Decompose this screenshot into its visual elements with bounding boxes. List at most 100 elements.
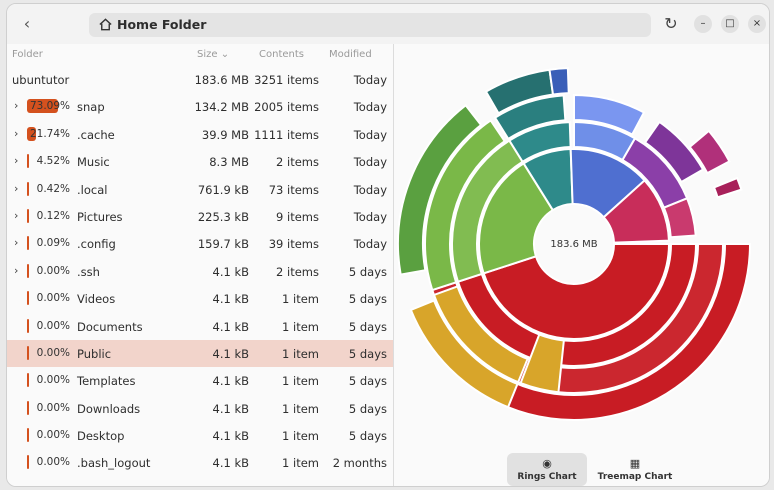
- folder-size: 4.1 kB: [212, 429, 250, 444]
- usage-bar-fill: [27, 263, 29, 278]
- folder-modified: 5 days: [348, 346, 387, 361]
- column-contents[interactable]: Contents: [259, 49, 304, 60]
- expand-chevron-icon[interactable]: ›: [14, 182, 18, 195]
- column-size[interactable]: Size ⌄: [197, 49, 229, 60]
- expand-chevron-icon[interactable]: ›: [14, 236, 18, 249]
- folder-size: 4.1 kB: [212, 374, 250, 389]
- folder-modified: Today: [353, 127, 387, 142]
- usage-percent: 4.52%: [36, 155, 70, 168]
- treemap-chart-button[interactable]: ▦ Treemap Chart: [595, 453, 675, 486]
- folder-contents: 1111 items: [254, 127, 319, 142]
- table-row[interactable]: › 0.09% .config 159.7 kB 39 items Today: [7, 230, 393, 257]
- expand-chevron-icon[interactable]: ›: [14, 264, 18, 277]
- folder-modified: Today: [353, 155, 387, 170]
- usage-percent: 21.74%: [29, 127, 70, 140]
- table-row[interactable]: 0.00% Templates 4.1 kB 1 item 5 days: [7, 367, 393, 394]
- minimize-button[interactable]: –: [694, 15, 712, 33]
- view-switcher: ◉ Rings Chart ▦ Treemap Chart: [507, 453, 677, 486]
- expand-chevron-icon[interactable]: ›: [14, 154, 18, 167]
- usage-bar: 0.00%: [27, 428, 70, 443]
- usage-percent: 0.00%: [36, 292, 70, 305]
- folder-name: Documents: [77, 319, 143, 334]
- close-button[interactable]: ×: [748, 15, 766, 33]
- table-row[interactable]: › 4.52% Music 8.3 MB 2 items Today: [7, 148, 393, 175]
- folder-name: Videos: [77, 292, 116, 307]
- treemap-chart-icon: ▦: [629, 457, 641, 470]
- folder-name: Templates: [77, 374, 136, 389]
- folder-size: 4.1 kB: [212, 292, 250, 307]
- usage-bar: 0.00%: [27, 400, 70, 415]
- usage-bar-fill: [27, 208, 29, 223]
- table-row[interactable]: › 21.74% .cache 39.9 MB 1111 items Today: [7, 121, 393, 148]
- table-row[interactable]: 0.00% .bash_logout 4.1 kB 1 item 2 months: [7, 449, 393, 476]
- usage-bar: 73.09%: [27, 99, 70, 114]
- folder-name: snap: [77, 100, 105, 115]
- folder-modified: 5 days: [348, 319, 387, 334]
- usage-bar: 0.00%: [27, 318, 70, 333]
- usage-percent: 0.00%: [36, 401, 70, 414]
- folder-contents: 1 item: [282, 319, 319, 334]
- folder-modified: 5 days: [348, 401, 387, 416]
- folder-name: .bash_logout: [77, 456, 151, 471]
- folder-size: 4.1 kB: [212, 456, 250, 471]
- table-row[interactable]: 0.00% Public 4.1 kB 1 item 5 days: [7, 339, 393, 368]
- table-row[interactable]: › 73.09% snap 134.2 MB 2005 items Today: [7, 93, 393, 120]
- usage-bar: 4.52%: [27, 154, 70, 169]
- folder-contents: 1 item: [282, 456, 319, 471]
- expand-chevron-icon[interactable]: ›: [14, 209, 18, 222]
- folder-size: 39.9 MB: [201, 127, 249, 142]
- folder-modified: 5 days: [348, 429, 387, 444]
- usage-percent: 73.09%: [29, 100, 70, 113]
- folder-modified: Today: [353, 237, 387, 252]
- folder-contents: 1 item: [282, 401, 319, 416]
- usage-bar: 0.00%: [27, 291, 70, 306]
- table-row[interactable]: 0.00% Videos 4.1 kB 1 item 5 days: [7, 285, 393, 312]
- chevron-left-icon: ‹: [23, 14, 31, 33]
- folder-modified: Today: [353, 209, 387, 224]
- folder-name: .ssh: [77, 264, 100, 279]
- table-row[interactable]: 0.00% Downloads 4.1 kB 1 item 5 days: [7, 395, 393, 422]
- usage-percent: 0.00%: [36, 346, 70, 359]
- reload-button[interactable]: ↻: [659, 12, 683, 36]
- path-bar[interactable]: Home Folder: [89, 13, 651, 37]
- folder-size: 4.1 kB: [212, 346, 250, 361]
- app-window: ‹ Home Folder ↻ – □ × Folder Size ⌄ Cont…: [6, 3, 770, 487]
- usage-bar: 21.74%: [27, 126, 70, 141]
- folder-size: 134.2 MB: [194, 100, 249, 115]
- folder-name: .config: [77, 237, 116, 252]
- expand-chevron-icon[interactable]: ›: [14, 127, 18, 140]
- folder-size: 4.1 kB: [212, 319, 250, 334]
- back-button[interactable]: ‹: [15, 12, 39, 36]
- reload-icon: ↻: [664, 14, 678, 33]
- table-row[interactable]: 0.00% Documents 4.1 kB 1 item 5 days: [7, 313, 393, 340]
- folder-modified: 2 months: [332, 456, 387, 471]
- column-folder[interactable]: Folder: [12, 49, 43, 60]
- usage-bar-fill: [27, 236, 29, 251]
- table-row[interactable]: 0.00% Desktop 4.1 kB 1 item 5 days: [7, 422, 393, 449]
- usage-bar: 0.00%: [27, 263, 70, 278]
- usage-bar: 0.42%: [27, 181, 70, 196]
- folder-contents: 1 item: [282, 346, 319, 361]
- ring-segment-config-level-4[interactable]: [712, 176, 743, 199]
- table-row[interactable]: › 0.42% .local 761.9 kB 73 items Today: [7, 176, 393, 203]
- usage-bar: 0.09%: [27, 236, 70, 251]
- ring-segment-music-sub[interactable]: [548, 67, 570, 96]
- table-row[interactable]: ubuntutor 183.6 MB 3251 items Today: [7, 66, 393, 93]
- folder-name: Desktop: [77, 429, 125, 444]
- rings-chart-button[interactable]: ◉ Rings Chart: [507, 453, 587, 486]
- usage-bar-fill: [27, 181, 29, 196]
- expand-chevron-icon[interactable]: ›: [14, 99, 18, 112]
- usage-percent: 0.00%: [36, 429, 70, 442]
- table-row[interactable]: › 0.12% Pictures 225.3 kB 9 items Today: [7, 203, 393, 230]
- folder-size: 183.6 MB: [194, 73, 249, 87]
- column-modified[interactable]: Modified: [329, 49, 372, 60]
- folder-name: .local: [77, 182, 108, 197]
- maximize-button[interactable]: □: [721, 15, 739, 33]
- folder-contents: 3251 items: [254, 73, 319, 87]
- header-bar: ‹ Home Folder ↻ – □ ×: [7, 4, 769, 45]
- column-size-label: Size: [197, 49, 218, 60]
- usage-percent: 0.00%: [36, 319, 70, 332]
- folder-name: Public: [77, 346, 112, 361]
- usage-bar: 0.00%: [27, 345, 70, 360]
- table-row[interactable]: › 0.00% .ssh 4.1 kB 2 items 5 days: [7, 258, 393, 285]
